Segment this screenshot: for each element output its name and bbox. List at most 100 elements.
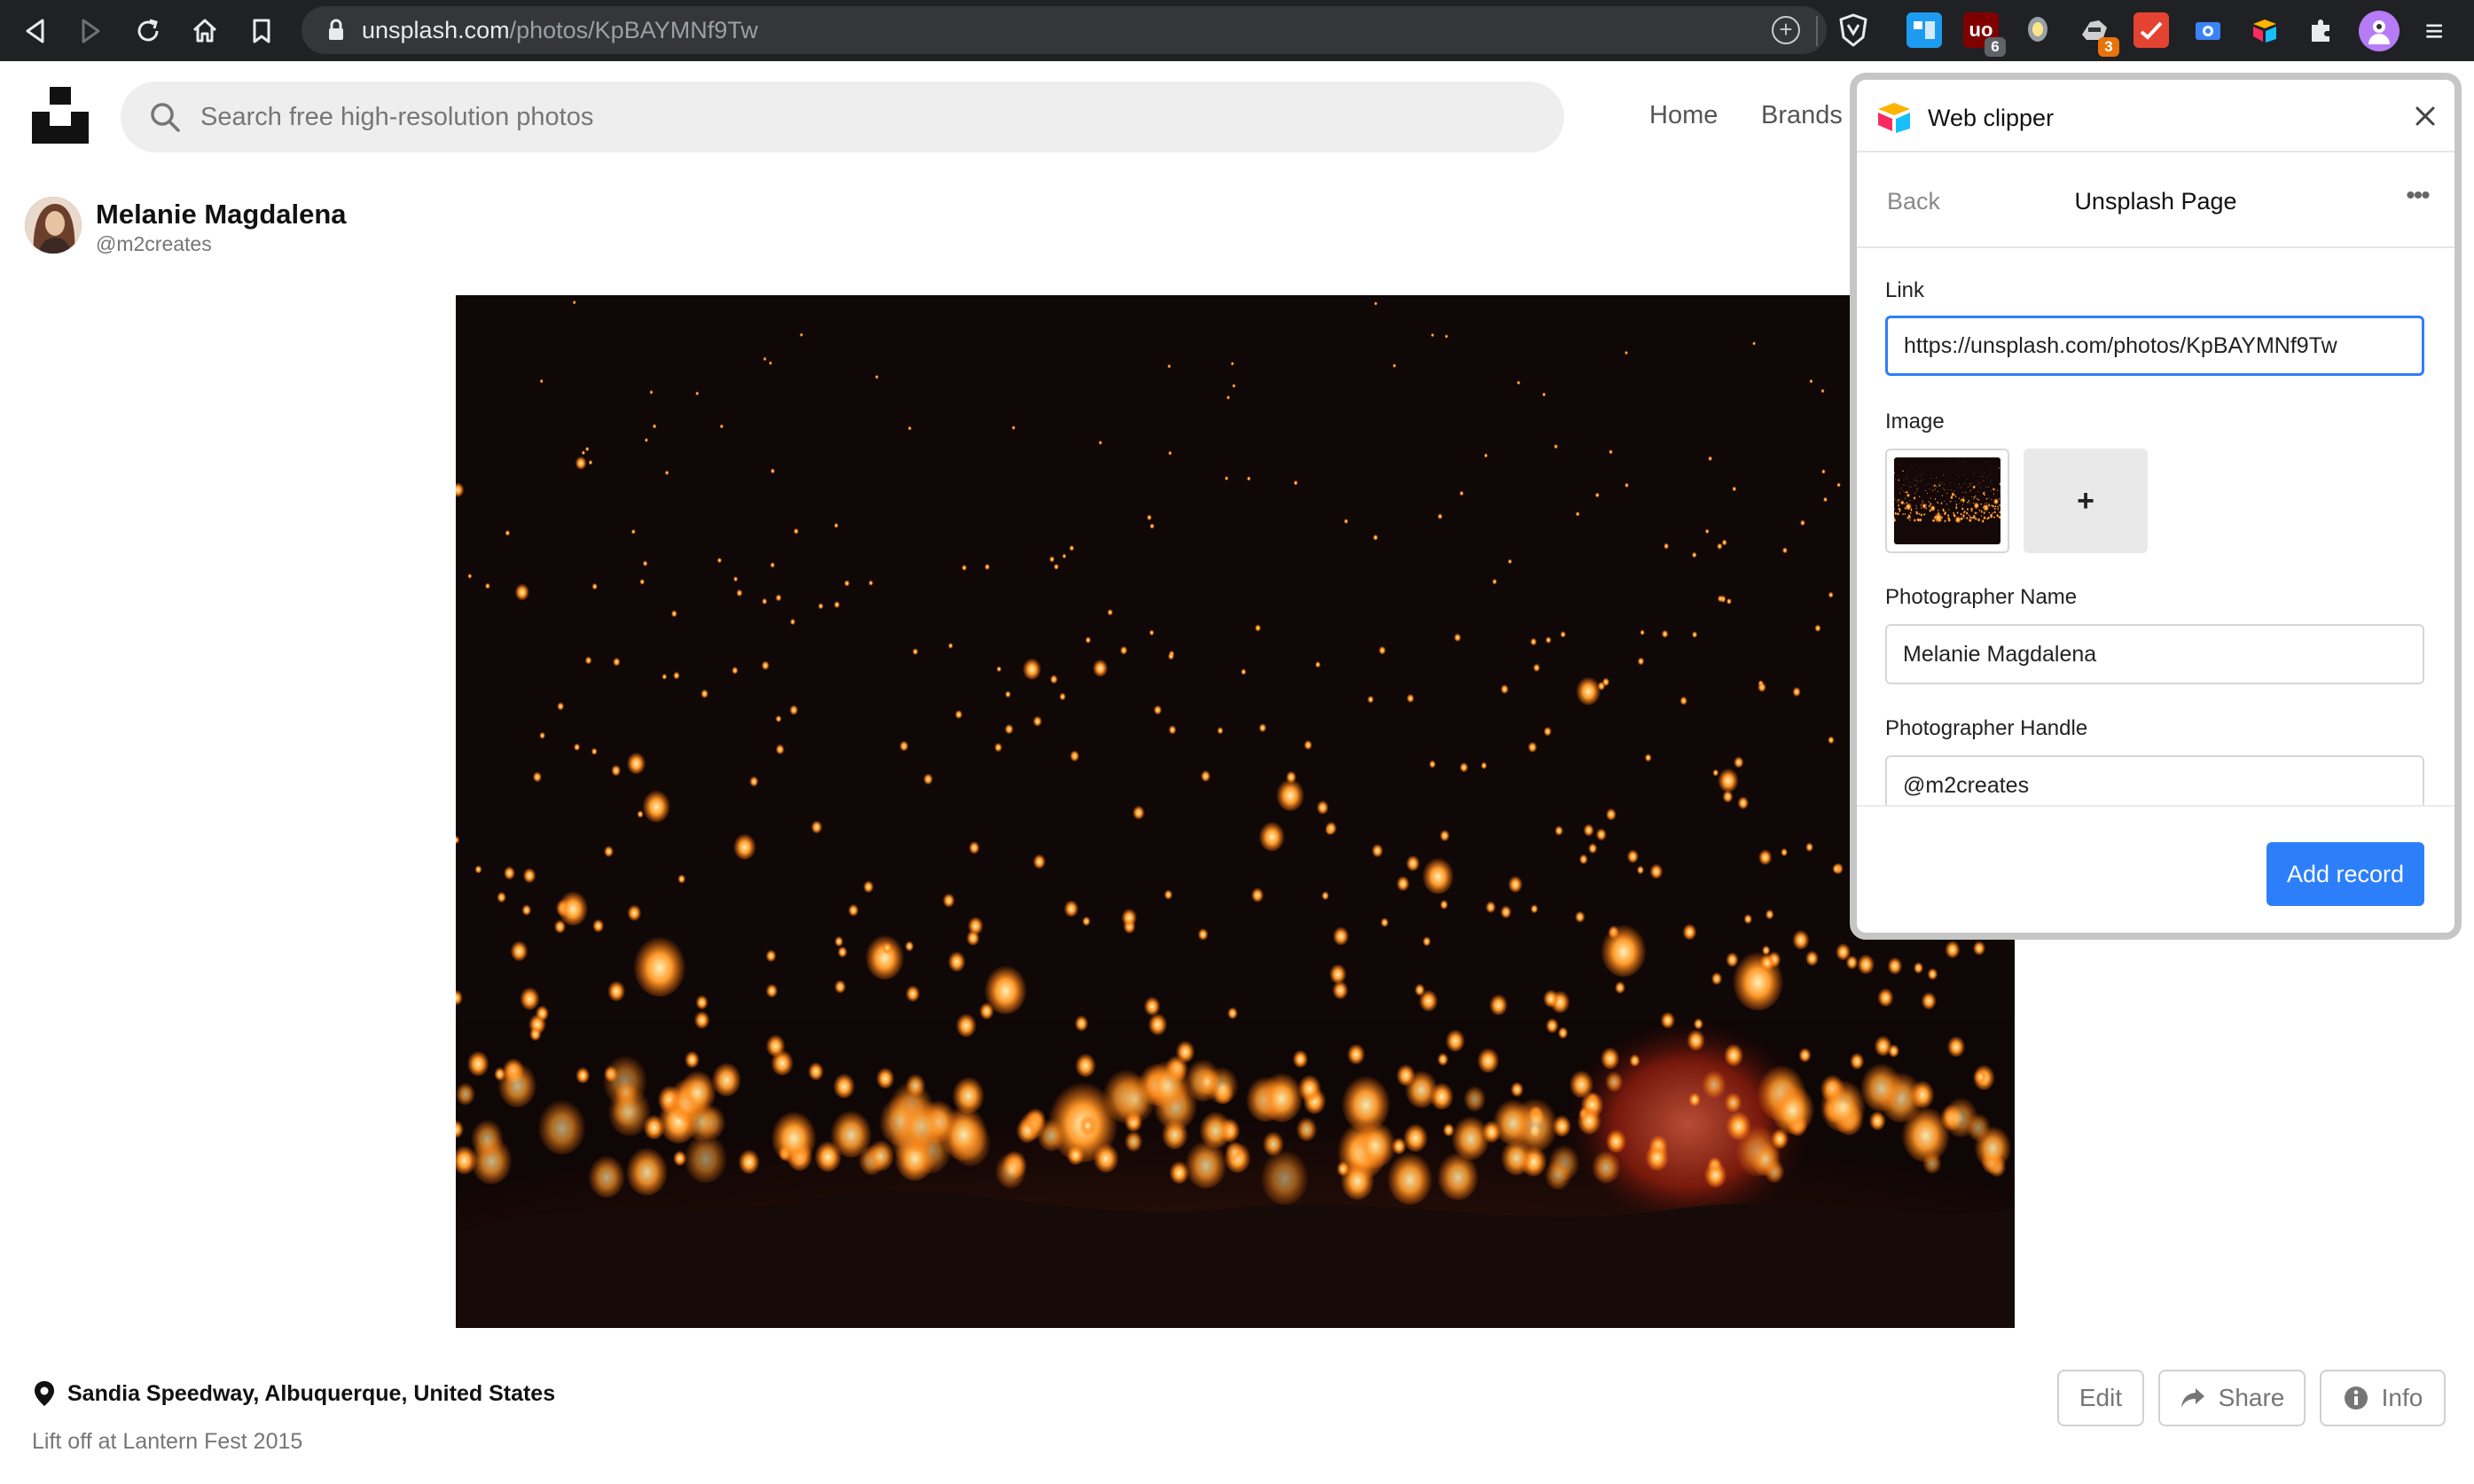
puzzle-icon[interactable]	[2304, 12, 2339, 48]
lantern-glow	[1053, 563, 1060, 570]
lantern-glow	[923, 772, 934, 785]
main-photo[interactable]	[456, 295, 2015, 1328]
photographer-handle-field[interactable]	[1885, 755, 2424, 805]
screenshot-icon[interactable]	[2190, 12, 2226, 48]
lantern-glow	[1903, 469, 1904, 471]
lantern-glow	[1898, 507, 1901, 511]
lantern-glow	[1897, 504, 1900, 507]
edit-button[interactable]: Edit	[2057, 1370, 2144, 1426]
search-bar[interactable]	[121, 82, 1564, 152]
lantern-glow	[630, 528, 636, 535]
photographer-avatar[interactable]	[25, 197, 82, 254]
forward-arrow-icon[interactable]	[71, 11, 112, 51]
lantern-glow	[1098, 440, 1103, 445]
close-icon[interactable]	[2410, 101, 2440, 131]
lantern-glow	[1944, 470, 1946, 471]
info-button[interactable]: Info	[2320, 1370, 2446, 1426]
airtable-icon[interactable]	[2247, 12, 2282, 48]
lantern-glow	[1691, 551, 1697, 558]
location-text[interactable]: Sandia Speedway, Albuquerque, United Sta…	[67, 1381, 555, 1407]
lantern-glow	[1926, 483, 1927, 485]
lantern-glow	[1917, 475, 1919, 477]
lantern-glow	[1491, 578, 1498, 585]
lantern-glow	[1997, 507, 2000, 511]
lantern-glow	[1422, 935, 1431, 947]
lantern-glow	[1915, 510, 1918, 514]
search-icon[interactable]	[147, 99, 183, 135]
back-arrow-icon[interactable]	[14, 11, 55, 51]
profile-avatar-icon[interactable]	[2359, 11, 2400, 51]
ublock-origin-icon[interactable]: uo 6	[1963, 12, 2006, 57]
lantern-glow	[1898, 479, 1900, 481]
lantern-glow	[1962, 491, 1964, 493]
lantern-glow	[770, 467, 775, 474]
more-options-icon[interactable]: •••	[2400, 183, 2435, 218]
lantern-glow	[1934, 488, 1936, 490]
lantern-glow	[1708, 456, 1713, 461]
search-input[interactable]	[200, 82, 1531, 152]
lantern-glow	[1931, 518, 1936, 523]
lantern-glow	[1973, 496, 1975, 498]
lantern-glow	[843, 579, 850, 587]
lantern-glow	[1374, 301, 1378, 306]
lantern-glow	[1918, 496, 1921, 498]
unsplash-logo-icon[interactable]	[32, 87, 89, 144]
lantern-glow	[1988, 474, 1990, 476]
lantern-glow	[1530, 903, 1538, 914]
toolbar-divider	[1816, 16, 1818, 46]
lantern-glow	[1702, 1068, 1726, 1098]
lantern-glow	[1969, 490, 1971, 492]
address-bar[interactable]: unsplash.com/photos/KpBAYMNf9Tw +	[301, 6, 1827, 54]
url-text[interactable]: unsplash.com/photos/KpBAYMNf9Tw	[362, 17, 758, 44]
photographer-name-field[interactable]	[1885, 624, 2424, 684]
raccoon-icon[interactable]: 3	[2077, 12, 2119, 57]
tweetdeck-icon[interactable]	[1906, 12, 1942, 48]
lantern-glow	[1792, 928, 1810, 949]
lantern-glow	[1995, 462, 1997, 464]
bookmark-icon[interactable]	[241, 11, 282, 51]
brave-shield-icon[interactable]	[1836, 12, 1871, 48]
photographer-name[interactable]: Melanie Magdalena	[96, 199, 347, 230]
lantern-glow	[539, 379, 544, 384]
lantern-glow	[1913, 961, 1924, 974]
home-icon[interactable]	[184, 11, 225, 51]
lantern-glow	[1168, 724, 1177, 735]
link-field[interactable]	[1885, 316, 2424, 376]
nav-link-home[interactable]: Home	[1649, 101, 1718, 130]
image-thumbnail[interactable]	[1885, 449, 2009, 553]
lantern-glow	[765, 1033, 786, 1057]
lantern-glow	[1971, 469, 1972, 471]
lantern-glow	[1973, 497, 1975, 500]
bulb-icon[interactable]	[2020, 12, 2055, 48]
lantern-glow	[865, 932, 904, 980]
lantern-glow	[625, 1144, 669, 1196]
share-arrow-icon	[2180, 1388, 2204, 1408]
lantern-glow	[1721, 538, 1727, 546]
lantern-glow	[1985, 504, 1988, 508]
add-record-button[interactable]: Add record	[2267, 842, 2424, 906]
lantern-glow	[1899, 489, 1901, 491]
add-image-button[interactable]: +	[2024, 449, 2148, 553]
share-button[interactable]: Share	[2158, 1370, 2306, 1426]
lantern-glow	[1583, 823, 1594, 837]
photo-location[interactable]: Sandia Speedway, Albuquerque, United Sta…	[32, 1379, 555, 1408]
lantern-glow	[1915, 504, 1917, 507]
lantern-glow	[467, 573, 473, 579]
lantern-glow	[874, 374, 879, 379]
lantern-glow	[1918, 461, 1919, 463]
photographer-handle[interactable]: @m2creates	[96, 232, 212, 256]
lantern-glow	[1915, 463, 1917, 465]
reload-icon[interactable]	[128, 11, 168, 51]
lantern-glow	[1969, 484, 1971, 487]
lantern-glow	[1926, 492, 1929, 495]
lantern-glow	[1974, 511, 1977, 515]
lantern-glow	[875, 1066, 895, 1089]
todoist-icon[interactable]	[2133, 12, 2169, 48]
nav-link-brands[interactable]: Brands	[1761, 101, 1843, 130]
browser-menu-icon[interactable]: ≡	[2421, 11, 2447, 51]
lantern-glow	[1575, 910, 1585, 923]
lantern-glow	[1577, 1105, 1602, 1135]
lantern-glow	[532, 770, 543, 783]
add-page-icon[interactable]: +	[1772, 16, 1800, 44]
lantern-glow	[1380, 917, 1390, 927]
